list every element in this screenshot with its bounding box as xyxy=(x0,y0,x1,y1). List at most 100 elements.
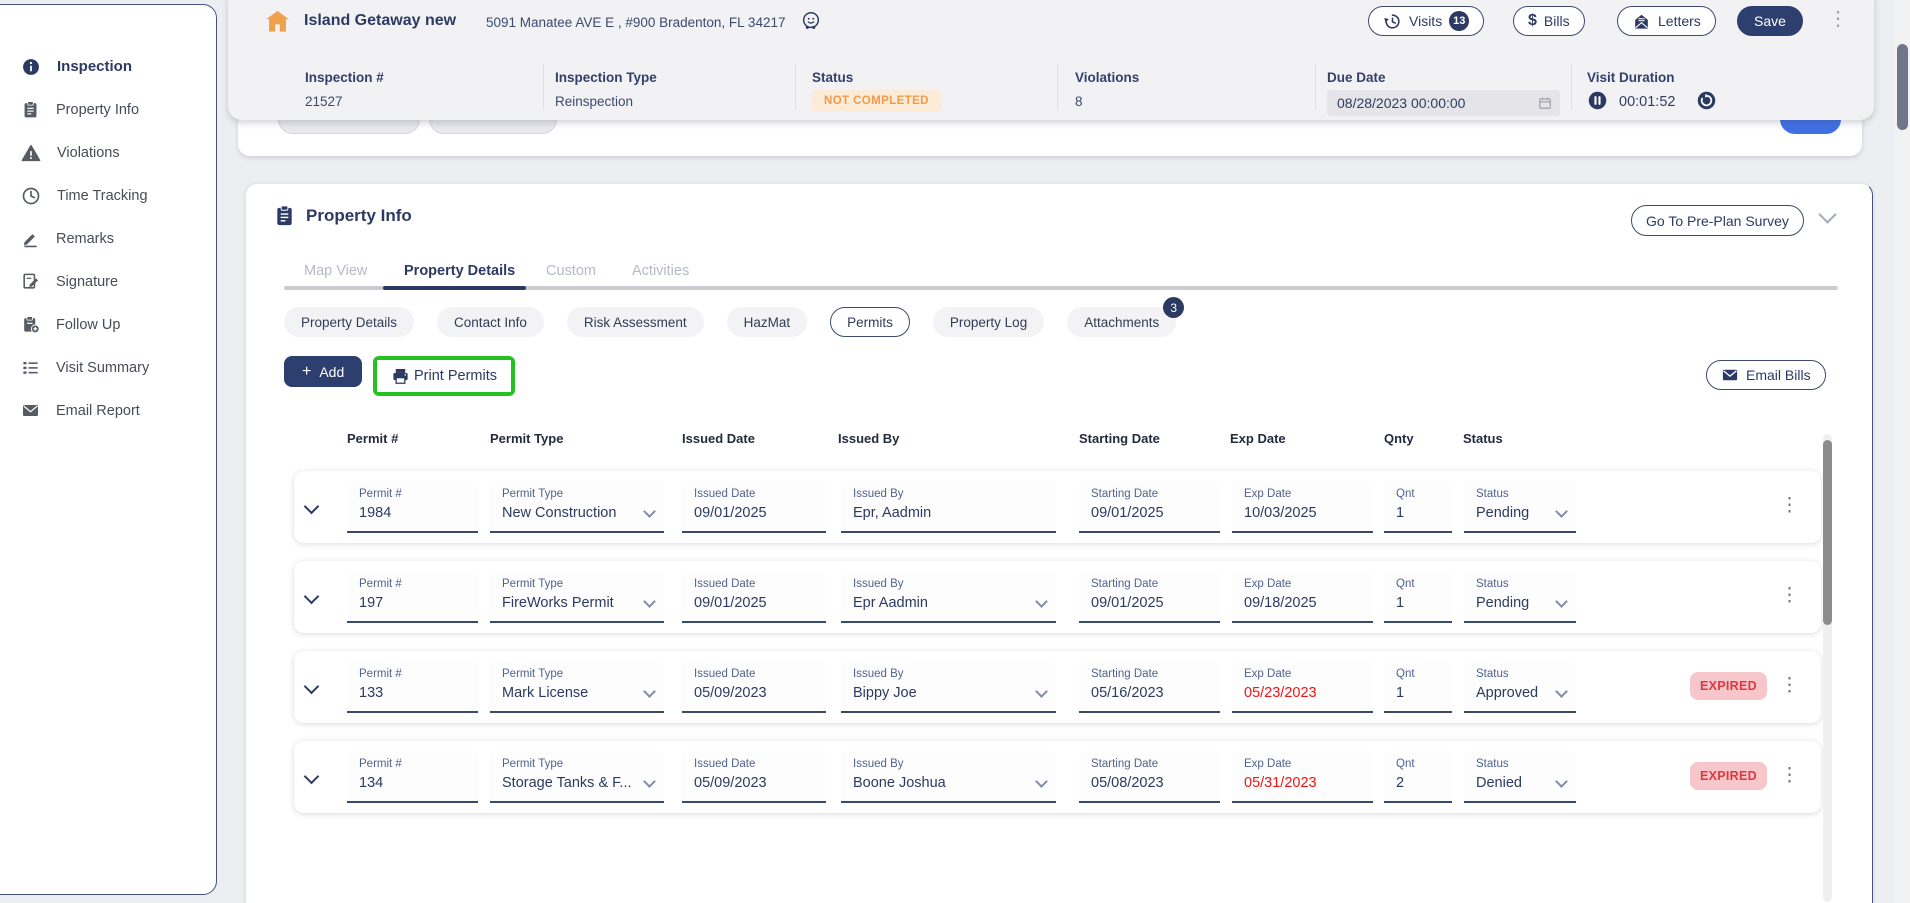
field-value: Denied xyxy=(1476,775,1566,791)
field-qnt[interactable]: Qnt1 xyxy=(1384,571,1452,623)
field-permit[interactable]: Permit #133 xyxy=(347,661,478,713)
sidebar-item-remarks[interactable]: Remarks xyxy=(0,217,216,260)
inspection-type-value: Reinspection xyxy=(555,94,633,109)
field-qnt[interactable]: Qnt1 xyxy=(1384,661,1452,713)
waze-icon[interactable] xyxy=(800,10,822,32)
due-date-input[interactable]: 08/28/2023 00:00:00 xyxy=(1327,90,1560,116)
field-issued-by[interactable]: Issued ByBoone Joshua xyxy=(841,751,1056,803)
expand-row-button[interactable] xyxy=(306,500,317,515)
field-exp-date[interactable]: Exp Date05/31/2023 xyxy=(1232,751,1373,803)
sidebar-item-label: Remarks xyxy=(56,231,114,247)
field-value: 1 xyxy=(1396,685,1442,701)
due-date-value: 08/28/2023 00:00:00 xyxy=(1337,95,1465,111)
field-exp-date[interactable]: Exp Date05/23/2023 xyxy=(1232,661,1373,713)
field-permit-type[interactable]: Permit TypeStorage Tanks & F... xyxy=(490,751,664,803)
tab-custom[interactable]: Custom xyxy=(546,263,596,279)
bills-button[interactable]: $ Bills xyxy=(1513,6,1585,36)
sidebar-item-follow-up[interactable]: Follow Up xyxy=(0,303,216,346)
row-menu-button[interactable]: ⋮ xyxy=(1780,763,1799,790)
sidebar-item-inspection[interactable]: Inspection xyxy=(0,45,216,88)
field-issued-date[interactable]: Issued Date09/01/2025 xyxy=(682,481,826,533)
expand-row-button[interactable] xyxy=(306,590,317,605)
sidebar-nav: Inspection Property Info Violations Time… xyxy=(0,5,216,432)
page-scrollbar xyxy=(1894,0,1910,903)
add-permit-button[interactable]: + Add xyxy=(284,356,362,387)
chip-contact-info[interactable]: Contact Info xyxy=(437,307,544,337)
field-starting-date[interactable]: Starting Date09/01/2025 xyxy=(1079,571,1220,623)
table-scrollbar-thumb[interactable] xyxy=(1823,440,1832,625)
expand-row-button[interactable] xyxy=(306,680,317,695)
tab-activities[interactable]: Activities xyxy=(632,263,689,279)
sidebar-item-email-report[interactable]: Email Report xyxy=(0,389,216,432)
field-value: Storage Tanks & F... xyxy=(502,775,654,791)
expand-row-button[interactable] xyxy=(306,770,317,785)
collapse-card-button[interactable] xyxy=(1821,208,1834,224)
field-issued-date[interactable]: Issued Date05/09/2023 xyxy=(682,751,826,803)
expired-badge: EXPIRED xyxy=(1690,762,1767,790)
tab-property-details[interactable]: Property Details xyxy=(404,263,515,279)
visits-button[interactable]: Visits 13 xyxy=(1368,6,1484,36)
sidebar-item-label: Violations xyxy=(57,145,120,161)
field-issued-by[interactable]: Issued ByBippy Joe xyxy=(841,661,1056,713)
field-permit-type[interactable]: Permit TypeFireWorks Permit xyxy=(490,571,664,623)
field-status[interactable]: StatusDenied xyxy=(1464,751,1576,803)
field-issued-date[interactable]: Issued Date09/01/2025 xyxy=(682,571,826,623)
field-status[interactable]: StatusPending xyxy=(1464,481,1576,533)
header-menu-button[interactable]: ⋮ xyxy=(1828,9,1848,29)
print-permits-button[interactable]: Print Permits xyxy=(377,360,511,392)
field-permit[interactable]: Permit #134 xyxy=(347,751,478,803)
pause-timer-button[interactable] xyxy=(1587,90,1608,114)
field-qnt[interactable]: Qnt1 xyxy=(1384,481,1452,533)
field-permit[interactable]: Permit #1984 xyxy=(347,481,478,533)
field-permit-type[interactable]: Permit TypeNew Construction xyxy=(490,481,664,533)
field-starting-date[interactable]: Starting Date05/08/2023 xyxy=(1079,751,1220,803)
email-bills-button[interactable]: Email Bills xyxy=(1706,360,1826,390)
tab-map-view[interactable]: Map View xyxy=(304,263,367,279)
chip-risk-assessment[interactable]: Risk Assessment xyxy=(567,307,704,337)
field-issued-by[interactable]: Issued ByEpr, Aadmin xyxy=(841,481,1056,533)
field-permit[interactable]: Permit #197 xyxy=(347,571,478,623)
sidebar-item-time-tracking[interactable]: Time Tracking xyxy=(0,174,216,217)
field-exp-date[interactable]: Exp Date10/03/2025 xyxy=(1232,481,1373,533)
field-starting-date[interactable]: Starting Date09/01/2025 xyxy=(1079,481,1220,533)
sidebar-item-violations[interactable]: Violations xyxy=(0,131,216,174)
field-status[interactable]: StatusApproved xyxy=(1464,661,1576,713)
field-exp-date[interactable]: Exp Date09/18/2025 xyxy=(1232,571,1373,623)
envelope-icon xyxy=(21,401,40,420)
row-menu-button[interactable]: ⋮ xyxy=(1780,493,1799,520)
field-starting-date[interactable]: Starting Date05/16/2023 xyxy=(1079,661,1220,713)
row-menu-button[interactable]: ⋮ xyxy=(1780,583,1799,610)
divider xyxy=(1571,64,1572,110)
sidebar-item-label: Follow Up xyxy=(56,317,120,333)
sidebar-item-property-info[interactable]: Property Info xyxy=(0,88,216,131)
chip-property-log[interactable]: Property Log xyxy=(933,307,1044,337)
save-button[interactable]: Save xyxy=(1737,6,1803,36)
visit-duration-value: 00:01:52 xyxy=(1619,94,1675,110)
chip-permits[interactable]: Permits xyxy=(830,307,910,337)
field-permit-type[interactable]: Permit TypeMark License xyxy=(490,661,664,713)
chip-property-details[interactable]: Property Details xyxy=(284,307,414,337)
field-status[interactable]: StatusPending xyxy=(1464,571,1576,623)
field-issued-date[interactable]: Issued Date05/09/2023 xyxy=(682,661,826,713)
chip-hazmat[interactable]: HazMat xyxy=(727,307,808,337)
row-menu-button[interactable]: ⋮ xyxy=(1780,673,1799,700)
field-value: 1 xyxy=(1396,595,1442,611)
sidebar-item-signature[interactable]: Signature xyxy=(0,260,216,303)
field-qnt[interactable]: Qnt2 xyxy=(1384,751,1452,803)
plus-icon: + xyxy=(302,363,311,381)
sidebar-item-label: Inspection xyxy=(57,58,132,75)
chevron-down-icon xyxy=(304,589,320,605)
sidebar-item-visit-summary[interactable]: Visit Summary xyxy=(0,346,216,389)
go-to-preplan-survey-button[interactable]: Go To Pre-Plan Survey xyxy=(1631,205,1804,236)
visits-count-badge: 13 xyxy=(1449,11,1469,31)
preplan-label: Go To Pre-Plan Survey xyxy=(1646,213,1789,229)
reset-timer-button[interactable] xyxy=(1696,90,1717,114)
property-name: Island Getaway new xyxy=(304,12,456,30)
clipboard-plus-icon xyxy=(21,315,40,334)
field-label: Permit # xyxy=(359,488,468,500)
page-scrollbar-thumb[interactable] xyxy=(1897,44,1908,130)
field-issued-by[interactable]: Issued ByEpr Aadmin xyxy=(841,571,1056,623)
print-permits-highlight: Print Permits xyxy=(373,356,515,396)
letters-button[interactable]: Letters xyxy=(1617,6,1716,36)
chip-attachments[interactable]: Attachments 3 xyxy=(1067,307,1176,337)
